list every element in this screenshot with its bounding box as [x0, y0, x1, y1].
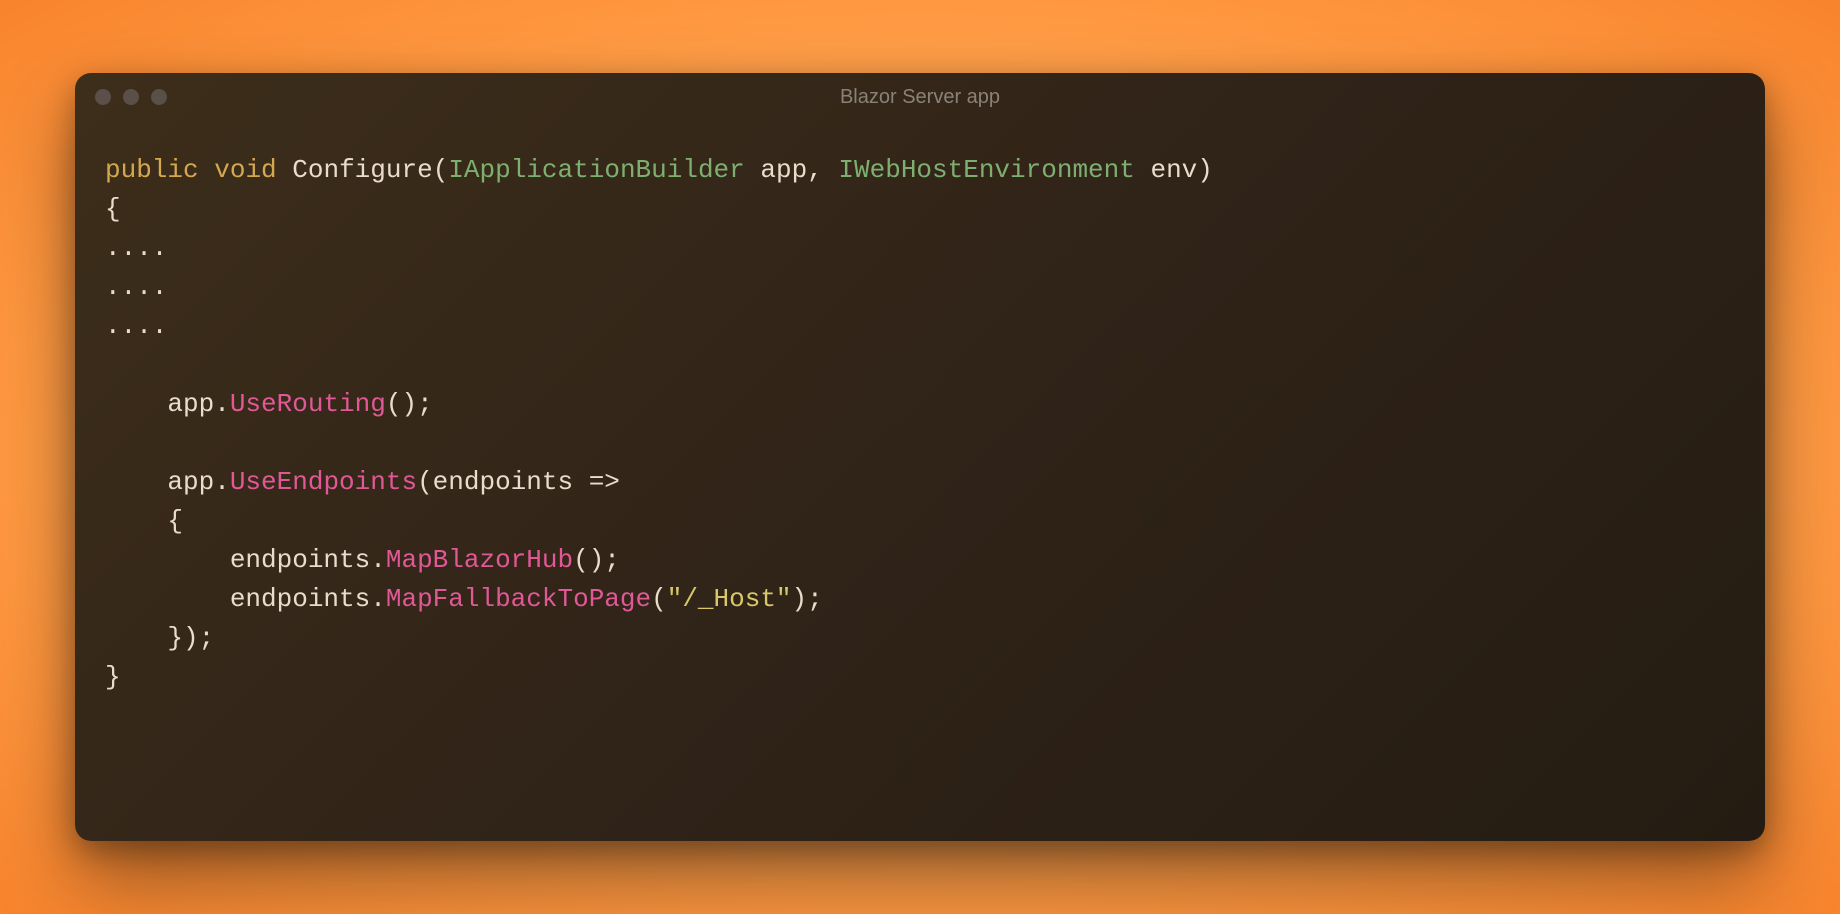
punct-dot: . [370, 584, 386, 614]
punct-open-paren: ( [433, 155, 449, 185]
ellipsis-line: .... [105, 311, 167, 341]
param-env: env [1135, 155, 1197, 185]
method-userouting: UseRouting [230, 389, 386, 419]
punct-dot: . [214, 467, 230, 497]
minimize-icon[interactable] [123, 89, 139, 105]
brace-open: { [105, 194, 121, 224]
identifier-app: app [105, 389, 214, 419]
code-editor[interactable]: public void Configure(IApplicationBuilde… [75, 121, 1765, 841]
method-mapfallbacktopage: MapFallbackToPage [386, 584, 651, 614]
method-name-configure: Configure [292, 155, 432, 185]
punct-parens-semi: (); [386, 389, 433, 419]
ellipsis-line: .... [105, 233, 167, 263]
identifier-app: app [105, 467, 214, 497]
method-useendpoints: UseEndpoints [230, 467, 417, 497]
titlebar: Blazor Server app [75, 73, 1765, 121]
brace-close: } [105, 662, 121, 692]
window-controls [95, 89, 167, 105]
identifier-endpoints: endpoints [105, 584, 370, 614]
punct-close-paren: ) [1197, 155, 1213, 185]
inner-brace-open: { [105, 506, 183, 536]
punct-parens-semi: (); [573, 545, 620, 575]
string-host: "/_Host" [667, 584, 792, 614]
inner-brace-close: }); [105, 623, 214, 653]
identifier-endpoints: endpoints [105, 545, 370, 575]
punct-comma: , [807, 155, 838, 185]
keyword-public: public [105, 155, 199, 185]
maximize-icon[interactable] [151, 89, 167, 105]
window-title: Blazor Server app [840, 86, 1000, 109]
punct-close-paren-semi: ); [792, 584, 823, 614]
close-icon[interactable] [95, 89, 111, 105]
punct-dot: . [214, 389, 230, 419]
type-iapplicationbuilder: IApplicationBuilder [448, 155, 744, 185]
keyword-void: void [214, 155, 276, 185]
param-app: app [745, 155, 807, 185]
type-iwebhostenvironment: IWebHostEnvironment [838, 155, 1134, 185]
ellipsis-line: .... [105, 272, 167, 302]
lambda-head: (endpoints => [417, 467, 620, 497]
punct-open-paren: ( [651, 584, 667, 614]
punct-dot: . [370, 545, 386, 575]
method-mapblazorhub: MapBlazorHub [386, 545, 573, 575]
code-window: Blazor Server app public void Configure(… [75, 73, 1765, 841]
